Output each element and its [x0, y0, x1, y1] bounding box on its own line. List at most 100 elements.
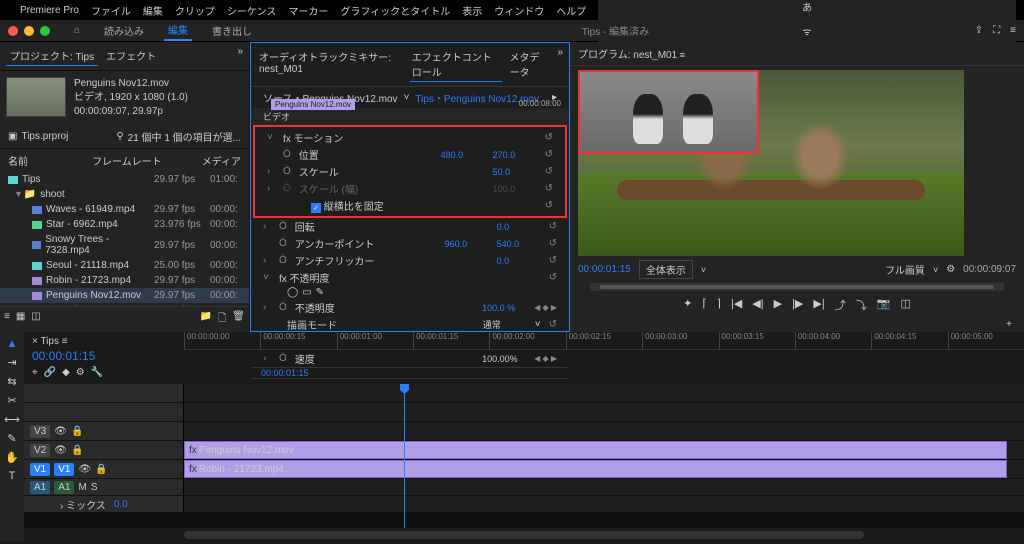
workspace-import[interactable]: 読み込み — [100, 21, 148, 40]
toggle-track-icon[interactable]: 👁 — [54, 426, 67, 437]
keyframe-icon[interactable]: Ö — [283, 166, 291, 177]
source-v1[interactable]: V1 — [30, 463, 50, 476]
mask-ellipse-icon[interactable]: ◯ — [287, 287, 298, 298]
reset-icon[interactable]: ↺ — [549, 272, 557, 283]
bin-row[interactable]: Snowy Trees - 7328.mp429.97 fps00:00: — [0, 232, 249, 258]
fit-select[interactable]: 全体表示 — [639, 260, 693, 279]
wrench-icon[interactable]: 🔧 — [91, 367, 103, 378]
timeline-clip-v2[interactable]: fxPenguins Nov12.mov — [184, 441, 1007, 459]
aspect-lock-checkbox[interactable]: ✓ — [311, 203, 321, 213]
lock-icon[interactable]: 🔒 — [71, 426, 83, 437]
step-back-icon[interactable]: ◀| — [752, 297, 763, 313]
bin-row[interactable]: Star - 6962.mp423.976 fps00:00: — [0, 217, 249, 232]
bin-row[interactable]: Waves - 61949.mp429.97 fps00:00: — [0, 202, 249, 217]
program-viewer[interactable] — [578, 70, 964, 256]
step-fwd-icon[interactable]: |▶ — [792, 297, 803, 313]
mix-value[interactable]: 0.0 — [114, 499, 128, 510]
bin-row[interactable]: Tips29.97 fps01:00: — [0, 172, 249, 187]
track-v1[interactable]: V1 — [54, 463, 74, 476]
trash-icon[interactable]: 🗑 — [232, 311, 245, 328]
window-traffic-lights[interactable] — [8, 26, 50, 36]
selection-tool-icon[interactable]: ▲ — [7, 338, 18, 350]
disclosure-icon[interactable]: › — [263, 255, 271, 266]
reset-icon[interactable]: ↺ — [545, 149, 553, 160]
disclosure-icon[interactable]: › — [263, 302, 271, 313]
timeline-ruler[interactable]: 00:00:00:00 00:00:00:15 00:00:01:00 00:0… — [184, 332, 1024, 350]
chevron-down-icon[interactable]: ˅ — [404, 92, 410, 103]
razor-tool-icon[interactable]: ✂ — [7, 394, 16, 407]
disclosure-icon[interactable]: › — [267, 183, 275, 194]
ripple-tool-icon[interactable]: ⇆ — [7, 375, 16, 388]
extract-icon[interactable]: ⤵ — [856, 297, 867, 313]
fullscreen-icon[interactable]: ⛶ — [993, 25, 1000, 36]
track-v2[interactable]: V2 — [30, 444, 50, 457]
bin-row[interactable]: Robin - 21723.mp429.97 fps00:00: — [0, 273, 249, 288]
scale-value[interactable]: 50.0 — [493, 167, 537, 177]
new-bin-icon[interactable]: 📁 — [200, 311, 212, 328]
solo-icon[interactable]: S — [91, 482, 98, 493]
filter-icon[interactable]: ⚲ — [116, 131, 123, 142]
go-in-icon[interactable]: |◀ — [731, 297, 742, 313]
tab-effect-controls[interactable]: エフェクトコントロール — [410, 47, 502, 82]
go-out-icon[interactable]: ▶| — [813, 297, 824, 313]
disclosure-icon[interactable]: ˅ — [263, 272, 271, 283]
tab-audio-mixer[interactable]: オーディオトラックミキサー: nest_M01 — [257, 47, 404, 82]
workspace-export[interactable]: 書き出し — [208, 21, 256, 40]
hand-tool-icon[interactable]: ✋ — [5, 451, 19, 464]
compare-icon[interactable]: ◫ — [900, 297, 910, 313]
lock-icon[interactable]: 🔒 — [95, 464, 107, 475]
close-icon[interactable] — [8, 26, 18, 36]
new-item-icon[interactable]: 🗋 — [218, 311, 226, 328]
mute-icon[interactable]: M — [78, 482, 86, 493]
lock-icon[interactable]: 🔒 — [71, 445, 83, 456]
menu-clip[interactable]: クリップ — [175, 3, 215, 18]
menu-help[interactable]: ヘルプ — [556, 3, 586, 18]
maximize-icon[interactable] — [40, 26, 50, 36]
reset-icon[interactable]: ↺ — [545, 166, 553, 177]
bin-row[interactable]: Penguins Nov12.mov29.97 fps00:00: — [0, 288, 249, 303]
blend-value[interactable]: 通常 — [483, 318, 527, 331]
workspace-menu-icon[interactable]: ≡ — [1010, 25, 1016, 36]
position-x[interactable]: 480.0 — [441, 150, 485, 160]
sequence-name[interactable]: Tips — [40, 336, 59, 347]
anchor-y[interactable]: 540.0 — [497, 239, 541, 249]
pen-tool-icon[interactable]: ✎ — [7, 432, 16, 445]
menu-marker[interactable]: マーカー — [288, 3, 328, 18]
tab-program[interactable]: プログラム: nest_M01 — [578, 50, 677, 61]
anchor-x[interactable]: 960.0 — [445, 239, 489, 249]
program-timecode[interactable]: 00:00:01:15 — [578, 264, 631, 275]
settings-icon[interactable]: ⚙ — [76, 367, 85, 378]
button-editor-icon[interactable]: + — [1006, 319, 1012, 330]
track-a1[interactable]: A1 — [54, 481, 74, 494]
timeline-h-scroll[interactable] — [24, 528, 1024, 542]
toggle-track-icon[interactable]: 👁 — [78, 464, 91, 475]
reset-icon[interactable]: ↺ — [549, 255, 557, 266]
position-y[interactable]: 270.0 — [493, 150, 537, 160]
chevron-down-icon[interactable]: ˅ — [535, 319, 541, 330]
icon-view-icon[interactable]: ▦ — [16, 311, 25, 328]
toggle-track-icon[interactable]: 👁 — [54, 445, 67, 456]
keyframe-icon[interactable]: Ö — [283, 149, 291, 160]
home-button[interactable]: ⌂ — [70, 23, 84, 38]
bin-row[interactable]: ▾ 📁shoot — [0, 187, 249, 202]
opacity-header[interactable]: fx 不透明度 — [279, 270, 541, 285]
playhead[interactable] — [404, 384, 405, 528]
minimize-icon[interactable] — [24, 26, 34, 36]
disclosure-icon[interactable]: › — [267, 166, 275, 177]
list-view-icon[interactable]: ≡ — [4, 311, 10, 328]
play-icon[interactable]: ▶ — [774, 297, 782, 313]
slip-tool-icon[interactable]: ⟷ — [4, 413, 20, 426]
project-bin[interactable]: Tips29.97 fps01:00: ▾ 📁shoot Waves - 619… — [0, 172, 249, 306]
disclosure-icon[interactable]: › — [263, 221, 271, 232]
tab-metadata[interactable]: メタデータ — [508, 47, 552, 82]
status-input-icon[interactable]: あ — [802, 0, 812, 14]
opacity-value[interactable]: 100.0 % — [482, 303, 526, 313]
bin-row[interactable]: Seoul - 21118.mp425.00 fps00:00: — [0, 258, 249, 273]
col-name[interactable]: 名前 — [8, 153, 28, 168]
col-framerate[interactable]: フレームレート — [92, 153, 162, 168]
track-v3[interactable]: V3 — [30, 425, 50, 438]
antiflicker-value[interactable]: 0.0 — [497, 256, 541, 266]
mark-out-icon[interactable]: ⌉ — [717, 297, 721, 313]
clip-thumbnail[interactable] — [6, 77, 66, 117]
timeline-timecode[interactable]: 00:00:01:15 — [32, 349, 176, 363]
